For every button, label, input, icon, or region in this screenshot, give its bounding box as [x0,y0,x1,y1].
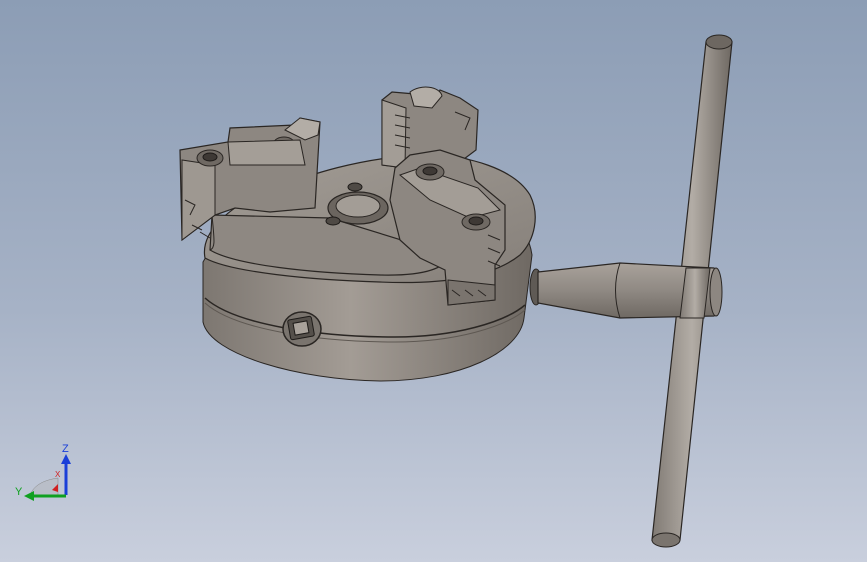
y-axis-label: Y [15,486,23,498]
model-view[interactable] [0,0,867,562]
x-axis-label: X [55,470,61,479]
graphics-viewport[interactable]: Z Y X [0,0,867,562]
chuck-key[interactable] [537,34,733,548]
key-socket[interactable] [282,311,322,347]
y-axis-arrow [24,491,34,501]
z-axis-arrow [61,454,71,464]
z-axis-label: Z [62,443,69,455]
triad-plane [29,477,59,496]
coordinate-triad: Z Y X [15,443,71,501]
